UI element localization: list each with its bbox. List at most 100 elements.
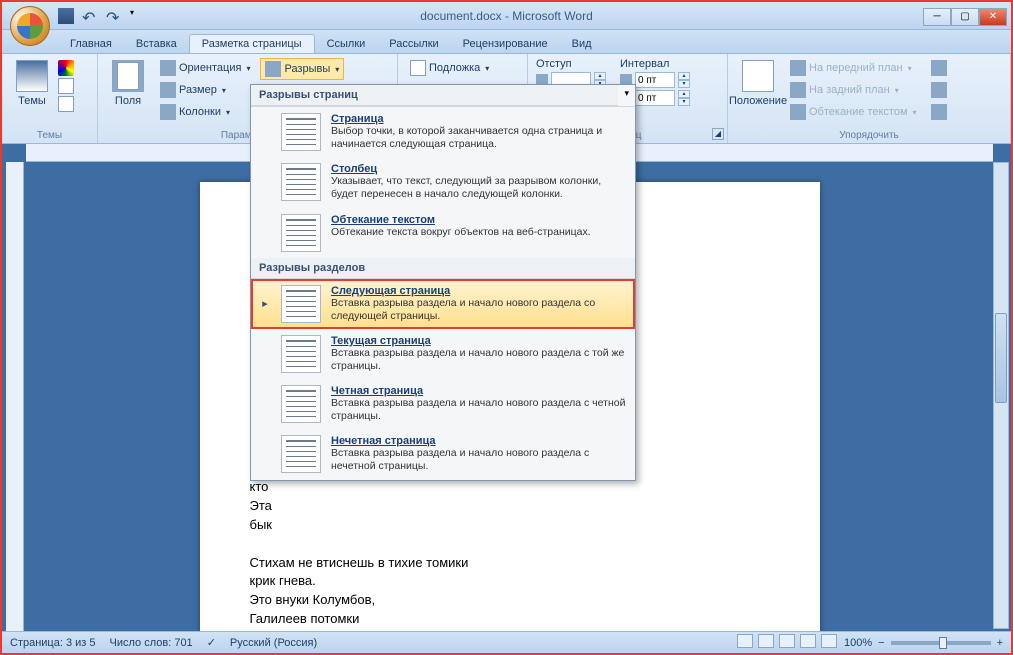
zoom-slider-thumb[interactable] [939, 637, 947, 649]
menu-item-desc: Указывает, что текст, следующий за разры… [331, 175, 627, 201]
scrollbar-thumb[interactable] [995, 313, 1007, 403]
menu-arrow-icon: ▸ [259, 285, 271, 323]
view-print-layout[interactable] [737, 634, 753, 648]
margins-button[interactable]: Поля [106, 58, 150, 124]
group-button [927, 80, 951, 100]
menu-item-desc: Вставка разрыва раздела и начало нового … [331, 447, 627, 473]
rotate-button [927, 102, 951, 122]
menu-item-обтекание-текстом[interactable]: Обтекание текстомОбтекание текста вокруг… [251, 208, 635, 258]
document-line: кто [250, 478, 770, 497]
status-page[interactable]: Страница: 3 из 5 [10, 637, 96, 649]
break-type-icon [281, 435, 321, 473]
view-draft[interactable] [821, 634, 837, 648]
zoom-slider[interactable] [891, 641, 991, 645]
position-button[interactable]: Положение [736, 58, 780, 124]
menu-item-нечетная-страница[interactable]: Нечетная страницаВставка разрыва раздела… [251, 429, 635, 479]
menu-item-title: Следующая страница [331, 285, 627, 297]
orientation-button[interactable]: Ориентация [156, 58, 254, 78]
break-type-icon [281, 163, 321, 201]
quick-access-toolbar: ▾ [58, 8, 146, 24]
spacing-label: Интервал [620, 58, 690, 70]
send-back-button: На задний план [786, 80, 921, 100]
document-line [250, 535, 770, 554]
size-button[interactable]: Размер [156, 80, 254, 100]
maximize-button[interactable]: ▢ [951, 8, 979, 26]
break-type-icon [281, 214, 321, 252]
menu-item-title: Обтекание текстом [331, 214, 627, 226]
menu-item-desc: Выбор точки, в которой заканчивается одн… [331, 125, 627, 151]
tab-review[interactable]: Рецензирование [451, 35, 560, 53]
menu-header-section-breaks: Разрывы разделов [251, 258, 635, 279]
margins-label: Поля [115, 95, 141, 107]
theme-fonts-icon[interactable] [58, 78, 74, 94]
tab-references[interactable]: Ссылки [315, 35, 378, 53]
document-line: Стихам не втиснешь в тихие томики [250, 554, 770, 573]
themes-button[interactable]: Темы [10, 58, 54, 124]
group-themes: Темы Темы [2, 54, 98, 143]
document-line: крик гнева. [250, 572, 770, 591]
status-language[interactable]: Русский (Россия) [230, 637, 317, 649]
minimize-button[interactable]: ─ [923, 8, 951, 26]
redo-icon[interactable] [106, 8, 122, 24]
document-line: Эта [250, 497, 770, 516]
group-arrange-label: Упорядочить [728, 130, 1010, 141]
tab-insert[interactable]: Вставка [124, 35, 189, 53]
close-button[interactable]: ✕ [979, 8, 1007, 26]
menu-item-title: Четная страница [331, 385, 627, 397]
theme-effects-icon[interactable] [58, 96, 74, 112]
theme-colors-icon[interactable] [58, 60, 74, 76]
bring-front-button: На передний план [786, 58, 921, 78]
menu-item-title: Нечетная страница [331, 435, 627, 447]
ribbon-tabs: Главная Вставка Разметка страницы Ссылки… [2, 30, 1011, 54]
break-type-icon [281, 385, 321, 423]
save-icon[interactable] [58, 8, 74, 24]
space-before-input[interactable] [635, 72, 675, 88]
view-buttons [736, 634, 838, 651]
scrollbar-vertical[interactable] [993, 162, 1009, 629]
title-bar: ▾ document.docx - Microsoft Word ─ ▢ ✕ [2, 2, 1011, 30]
break-type-icon [281, 113, 321, 151]
menu-item-страница[interactable]: СтраницаВыбор точки, в которой заканчива… [251, 107, 635, 157]
paragraph-launcher[interactable]: ◢ [712, 128, 724, 140]
menu-dropdown-icon[interactable]: ▾ [618, 85, 635, 106]
view-full-screen[interactable] [758, 634, 774, 648]
status-words[interactable]: Число слов: 701 [110, 637, 193, 649]
document-line: бык [250, 516, 770, 535]
breaks-button[interactable]: Разрывы [260, 58, 344, 80]
tab-page-layout[interactable]: Разметка страницы [189, 34, 315, 53]
menu-item-title: Столбец [331, 163, 627, 175]
zoom-out-button[interactable]: − [878, 637, 884, 649]
menu-item-title: Текущая страница [331, 335, 627, 347]
space-after-input[interactable] [635, 90, 675, 106]
view-web[interactable] [779, 634, 795, 648]
document-line: Это внуки Колумбов, [250, 591, 770, 610]
undo-icon[interactable] [82, 8, 98, 24]
watermark-button[interactable]: Подложка [406, 58, 519, 78]
menu-item-desc: Вставка разрыва раздела и начало нового … [331, 347, 627, 373]
indent-label: Отступ [536, 58, 606, 70]
proofing-icon[interactable]: ✓ [207, 636, 216, 649]
menu-item-desc: Вставка разрыва раздела и начало нового … [331, 397, 627, 423]
tab-home[interactable]: Главная [58, 35, 124, 53]
zoom-in-button[interactable]: + [997, 637, 1003, 649]
tab-mailings[interactable]: Рассылки [377, 35, 450, 53]
menu-item-четная-страница[interactable]: Четная страницаВставка разрыва раздела и… [251, 379, 635, 429]
menu-item-текущая-страница[interactable]: Текущая страницаВставка разрыва раздела … [251, 329, 635, 379]
qat-dropdown-icon[interactable]: ▾ [130, 8, 146, 24]
group-themes-label: Темы [2, 130, 97, 141]
ruler-vertical[interactable] [6, 162, 24, 631]
zoom-level[interactable]: 100% [844, 637, 872, 649]
office-button[interactable] [10, 6, 50, 46]
menu-item-следующая-страница[interactable]: ▸Следующая страницаВставка разрыва разде… [251, 279, 635, 329]
view-outline[interactable] [800, 634, 816, 648]
document-line: Галилеев потомки [250, 610, 770, 629]
breaks-dropdown-menu: Разрывы страниц ▾ СтраницаВыбор точки, в… [250, 84, 636, 481]
columns-button[interactable]: Колонки [156, 102, 254, 122]
menu-item-столбец[interactable]: СтолбецУказывает, что текст, следующий з… [251, 157, 635, 207]
window-title: document.docx - Microsoft Word [420, 9, 593, 23]
align-button [927, 58, 951, 78]
group-arrange: Положение На передний план На задний пла… [728, 54, 1011, 143]
menu-item-title: Страница [331, 113, 627, 125]
spin-up[interactable]: ▴ [594, 72, 606, 80]
tab-view[interactable]: Вид [560, 35, 604, 53]
